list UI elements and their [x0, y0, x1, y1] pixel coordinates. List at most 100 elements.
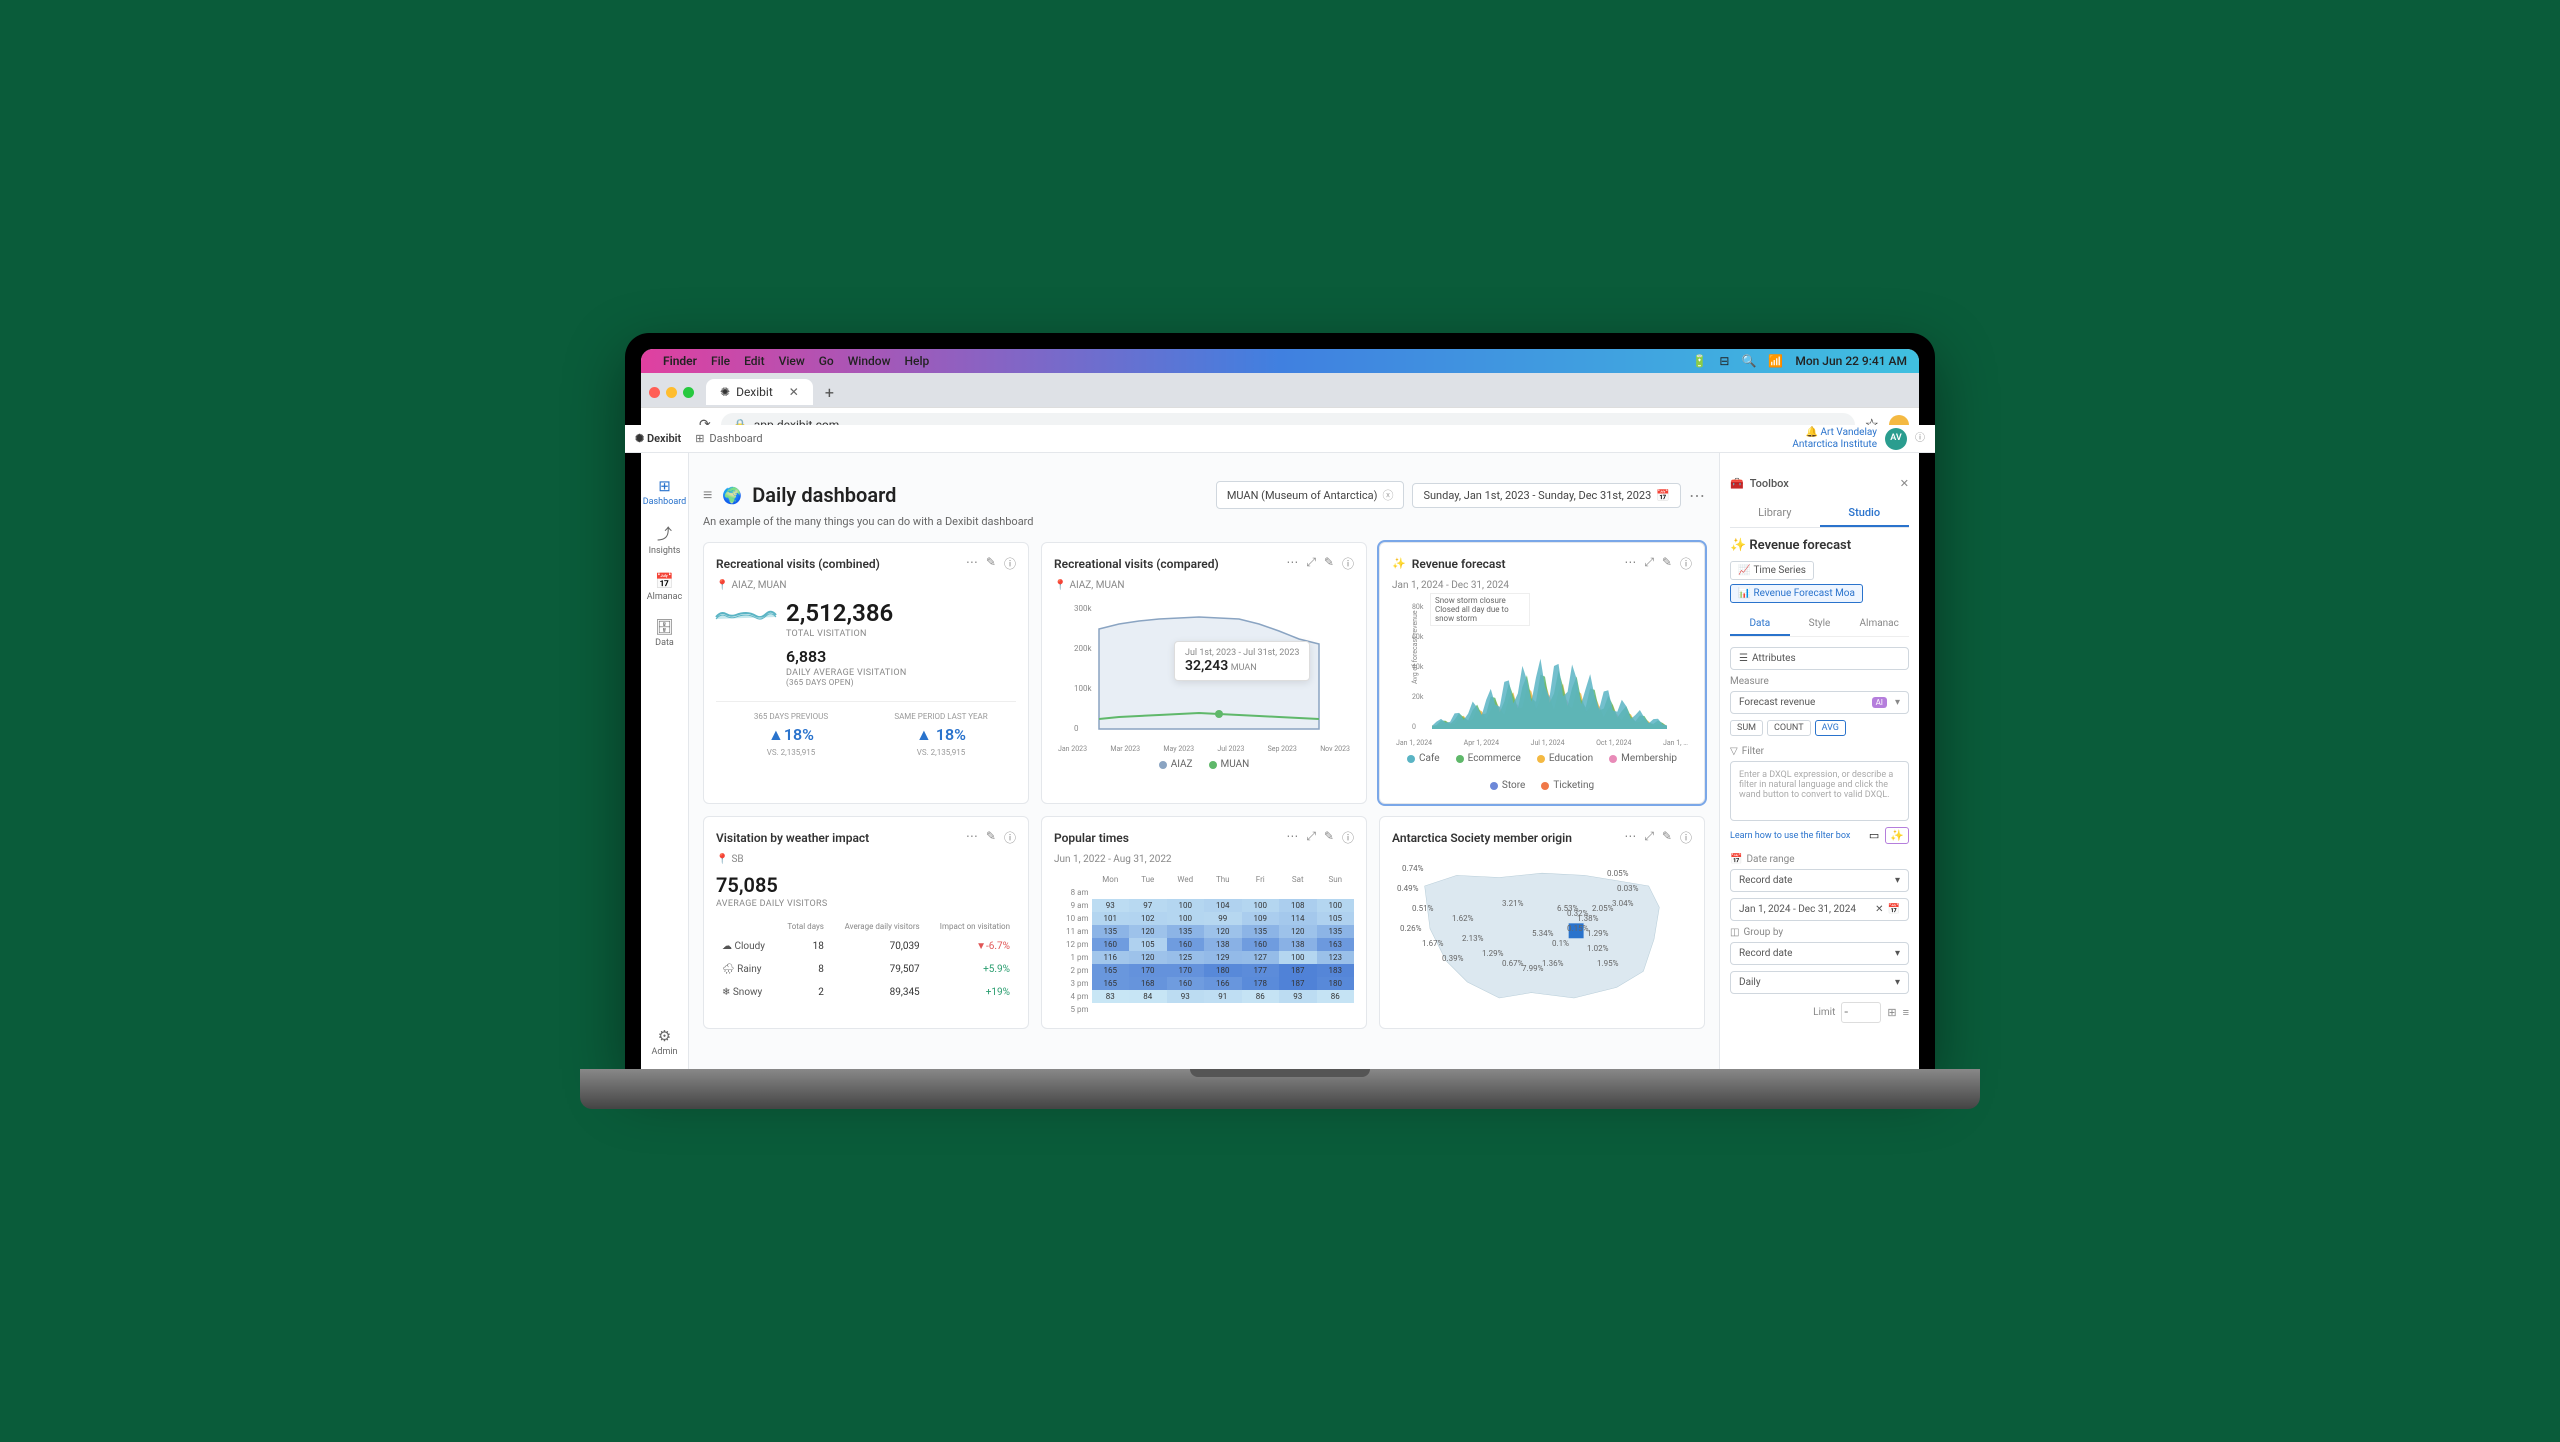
calendar-icon[interactable]: 📅 — [1888, 904, 1900, 915]
info-icon[interactable]: ⓘ — [1680, 555, 1692, 572]
menu-help[interactable]: Help — [905, 354, 930, 368]
expand-icon[interactable]: ⤢ — [1644, 829, 1654, 846]
toolbox-icon: 🧰 — [1730, 477, 1744, 490]
window-controls[interactable] — [649, 387, 694, 398]
breadcrumb[interactable]: ⊞Dashboard — [695, 432, 762, 445]
menu-edit[interactable]: Edit — [744, 354, 764, 368]
left-sidebar: ⊞Dashboard ⤴Insights 📅Almanac 🗄Data ⚙Adm… — [641, 441, 689, 1069]
edit-icon[interactable]: ✎ — [1324, 555, 1334, 572]
menu-view[interactable]: View — [779, 354, 805, 368]
date-field-select[interactable]: Record date▾ — [1730, 869, 1909, 892]
info-icon[interactable]: ⓘ — [1680, 829, 1692, 846]
app-topbar: ✺ Dexibit ⊞Dashboard 🔔 Art Vandelay Anta… — [641, 425, 1919, 453]
info-icon[interactable]: ⓘ — [1342, 555, 1354, 572]
calendar-icon: 📅 — [1730, 854, 1742, 865]
bell-icon[interactable]: 🔔 — [1806, 427, 1818, 438]
expand-icon[interactable]: ⤢ — [1306, 829, 1316, 846]
limit-input[interactable] — [1841, 1002, 1881, 1023]
browser-tab[interactable]: ✺ Dexibit ✕ — [706, 379, 813, 405]
tab-studio[interactable]: Studio — [1820, 500, 1910, 527]
chevron-down-icon: ▾ — [1895, 697, 1900, 708]
card-title: Antarctica Society member origin — [1392, 831, 1572, 845]
chip-time-series[interactable]: 📈Time Series — [1730, 561, 1814, 580]
close-icon[interactable]: ✕ — [789, 385, 799, 399]
card-title: Popular times — [1054, 831, 1129, 845]
control-center-icon[interactable]: ⊟ — [1719, 354, 1729, 368]
location-tag: 📍AIAZ, MUAN — [1054, 580, 1354, 591]
menu-window[interactable]: Window — [848, 354, 891, 368]
sidebar-item-data[interactable]: 🗄Data — [655, 618, 674, 648]
agg-count[interactable]: COUNT — [1767, 720, 1811, 736]
close-icon[interactable]: ✕ — [1875, 904, 1883, 915]
avatar[interactable]: AV — [1885, 428, 1907, 450]
help-icon[interactable]: ⓘ — [1915, 433, 1919, 445]
chip-revenue-forecast[interactable]: 📊Revenue Forecast Moa — [1730, 584, 1863, 603]
tab-title: Dexibit — [736, 385, 773, 399]
more-icon[interactable]: ⋯ — [1286, 829, 1298, 846]
line-chart[interactable]: 300k 200k 100k 0 Jul 1st, 2023 - Jul 31s… — [1054, 599, 1354, 739]
app-logo[interactable]: ✺ Dexibit — [641, 432, 681, 445]
us-map[interactable]: 0.74%0.49%0.51%0.26%1.67%1.62%2.13%0.39%… — [1392, 854, 1692, 1014]
date-range-input[interactable]: Jan 1, 2024 - Dec 31, 2024✕📅 — [1730, 898, 1909, 921]
daily-avg-sub: (365 DAYS OPEN) — [786, 678, 907, 687]
filter-input[interactable]: Enter a DXQL expression, or describe a f… — [1730, 761, 1909, 821]
list-icon[interactable]: ≡ — [1903, 1006, 1909, 1019]
subtab-data[interactable]: Data — [1730, 613, 1790, 636]
edit-icon[interactable]: ✎ — [1324, 829, 1334, 846]
agg-sum[interactable]: SUM — [1730, 720, 1763, 736]
more-icon[interactable]: ⋯ — [1624, 829, 1636, 846]
more-icon[interactable]: ⋯ — [966, 555, 978, 572]
daily-avg-label: DAILY AVERAGE VISITATION — [786, 668, 907, 678]
daterange-selector[interactable]: Sunday, Jan 1st, 2023 - Sunday, Dec 31st… — [1412, 483, 1681, 508]
search-icon[interactable]: 🔍 — [1741, 354, 1756, 368]
database-icon: 🗄 — [655, 618, 674, 636]
info-icon[interactable]: ⓘ — [1004, 829, 1016, 846]
expand-icon[interactable]: ⤢ — [1644, 555, 1654, 572]
expand-icon[interactable]: ⤢ — [1306, 555, 1316, 572]
groupby-interval[interactable]: Daily▾ — [1730, 971, 1909, 994]
info-icon[interactable]: ⓘ — [1004, 555, 1016, 572]
heatmap[interactable]: MonTueWedThuFriSatSun8 am9 am93971001041… — [1054, 873, 1354, 1016]
menu-app[interactable]: Finder — [663, 354, 697, 368]
code-icon[interactable]: ▭ — [1869, 829, 1879, 842]
tab-library[interactable]: Library — [1730, 500, 1820, 527]
sidebar-item-dashboard[interactable]: ⊞Dashboard — [643, 477, 687, 507]
edit-icon[interactable]: ✎ — [986, 829, 996, 846]
battery-icon[interactable]: 🔋 — [1692, 354, 1707, 368]
chart-icon: 📈 — [1738, 565, 1750, 576]
chevron-down-icon: ▾ — [1895, 875, 1900, 886]
filter-help-link[interactable]: Learn how to use the filter box — [1730, 831, 1850, 841]
date-range: Jan 1, 2024 - Dec 31, 2024 — [1392, 580, 1692, 591]
venue-selector[interactable]: MUAN (Museum of Antarctica) ⓧ — [1216, 481, 1405, 509]
groupby-field[interactable]: Record date▾ — [1730, 942, 1909, 965]
menu-go[interactable]: Go — [819, 354, 834, 368]
list-icon: ☰ — [1739, 653, 1748, 664]
sidebar-item-almanac[interactable]: 📅Almanac — [647, 572, 682, 602]
more-icon[interactable]: ⋯ — [966, 829, 978, 846]
subtab-style[interactable]: Style — [1790, 613, 1850, 636]
edit-icon[interactable]: ✎ — [986, 555, 996, 572]
edit-icon[interactable]: ✎ — [1662, 555, 1672, 572]
more-icon[interactable]: ⋯ — [1624, 555, 1636, 572]
edit-icon[interactable]: ✎ — [1662, 829, 1672, 846]
agg-avg[interactable]: AVG — [1815, 720, 1846, 736]
sidebar-item-insights[interactable]: ⤴Insights — [649, 523, 681, 556]
more-icon[interactable]: ⋯ — [1286, 555, 1298, 572]
clock[interactable]: Mon Jun 22 9:41 AM — [1795, 354, 1907, 368]
close-icon[interactable]: ✕ — [1900, 477, 1909, 490]
subtab-almanac[interactable]: Almanac — [1849, 613, 1909, 636]
wifi-icon[interactable]: 📶 — [1768, 354, 1783, 368]
measure-select[interactable]: Forecast revenueAI▾ — [1730, 691, 1909, 714]
sidebar-item-admin[interactable]: ⚙Admin — [652, 1027, 678, 1057]
new-tab-button[interactable]: + — [819, 383, 840, 402]
attributes-header[interactable]: ☰Attributes — [1730, 647, 1909, 670]
wand-icon[interactable]: ✨ — [1885, 827, 1909, 844]
more-icon[interactable]: ⋯ — [1689, 486, 1705, 505]
table-icon[interactable]: ⊞ — [1887, 1006, 1896, 1019]
menu-file[interactable]: File — [711, 354, 730, 368]
chevron-down-icon: ▾ — [1895, 948, 1900, 959]
menu-icon[interactable]: ≡ — [703, 485, 712, 505]
close-icon[interactable]: ⓧ — [1382, 487, 1393, 503]
info-icon[interactable]: ⓘ — [1342, 829, 1354, 846]
toolbox-panel: 🧰Toolbox✕ Library Studio ✨ Revenue forec… — [1719, 441, 1919, 1069]
